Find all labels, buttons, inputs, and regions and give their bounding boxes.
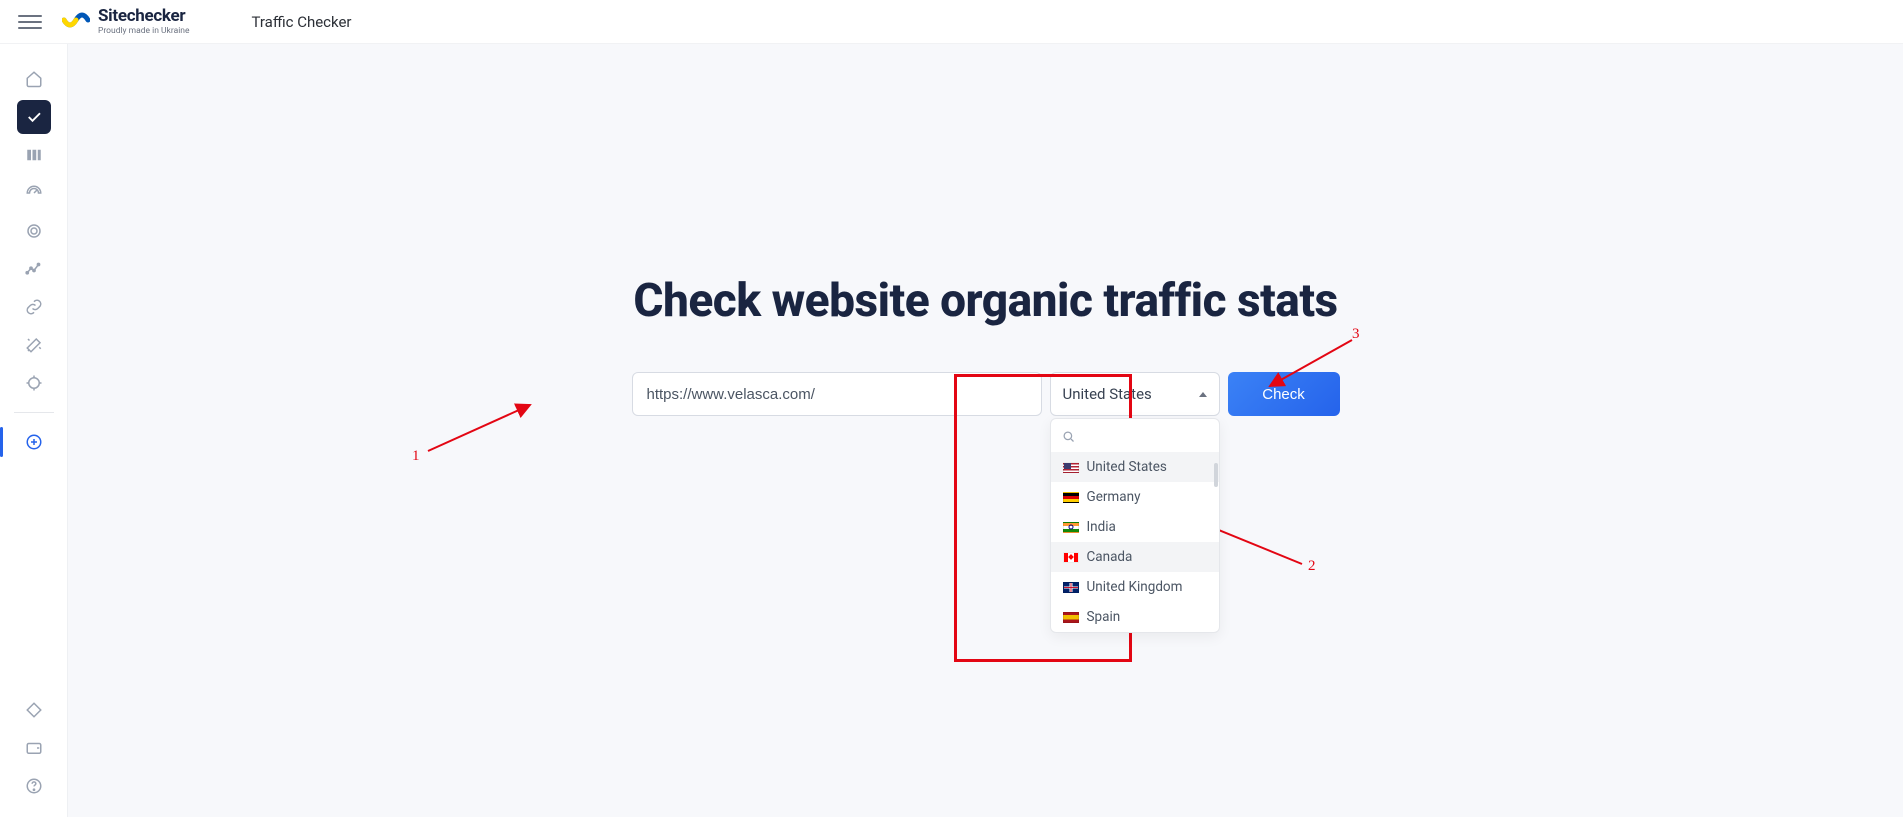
sidebar-item-link[interactable] xyxy=(17,290,51,324)
country-option-label: United Kingdom xyxy=(1087,579,1183,595)
country-dropdown: United States Germany India Canada xyxy=(1050,418,1220,633)
hero-title: Check website organic traffic stats xyxy=(633,274,1337,328)
sidebar-item-home[interactable] xyxy=(17,62,51,96)
target-icon xyxy=(25,222,43,240)
sidebar-item-trend[interactable] xyxy=(17,252,51,286)
check-form: United States United States xyxy=(632,372,1340,416)
country-selected-label: United States xyxy=(1063,385,1152,403)
columns-icon xyxy=(25,146,43,164)
menu-toggle-button[interactable] xyxy=(18,10,42,34)
logo-mark-icon xyxy=(62,12,90,32)
country-option-label: India xyxy=(1087,519,1116,535)
sidebar-item-diamond[interactable] xyxy=(17,693,51,727)
plus-circle-icon xyxy=(25,433,43,451)
trend-icon xyxy=(25,260,43,278)
search-icon xyxy=(1061,429,1076,444)
flag-de-icon xyxy=(1063,492,1079,503)
flag-es-icon xyxy=(1063,612,1079,623)
country-option[interactable]: United States xyxy=(1051,452,1219,482)
country-option[interactable]: India xyxy=(1051,512,1219,542)
sidebar-separator xyxy=(14,412,54,413)
flag-ca-icon xyxy=(1063,552,1079,563)
annotation-arrow-1 xyxy=(422,399,542,463)
flag-gb-icon xyxy=(1063,582,1079,593)
flag-us-icon xyxy=(1063,462,1079,473)
sidebar-item-locate[interactable] xyxy=(17,366,51,400)
help-icon xyxy=(25,777,43,795)
sidebar-add-button[interactable] xyxy=(17,425,51,459)
country-option-label: Canada xyxy=(1087,549,1133,565)
check-button[interactable]: Check xyxy=(1228,372,1340,416)
sidebar-item-checker[interactable] xyxy=(17,100,51,134)
country-search[interactable] xyxy=(1051,425,1219,452)
link-icon xyxy=(25,298,43,316)
country-option-label: United States xyxy=(1087,459,1167,475)
sidebar-item-target[interactable] xyxy=(17,214,51,248)
dropdown-scrollbar[interactable] xyxy=(1214,463,1218,487)
page-title: Traffic Checker xyxy=(251,13,351,31)
sidebar-item-help[interactable] xyxy=(17,769,51,803)
country-option-label: Germany xyxy=(1087,489,1141,505)
wallet-icon xyxy=(25,739,43,757)
annotation-label-1: 1 xyxy=(412,448,420,465)
country-option[interactable]: Germany xyxy=(1051,482,1219,512)
country-select[interactable]: United States xyxy=(1050,372,1220,416)
main-content: Check website organic traffic stats Unit… xyxy=(68,44,1903,817)
sidebar-item-wallet[interactable] xyxy=(17,731,51,765)
country-option[interactable]: Spain xyxy=(1051,602,1219,632)
gauge-icon xyxy=(25,184,43,202)
brand-tagline: Proudly made in Ukraine xyxy=(98,27,189,36)
caret-up-icon xyxy=(1199,392,1207,397)
sidebar-item-wand[interactable] xyxy=(17,328,51,362)
country-option[interactable]: Canada xyxy=(1051,542,1219,572)
country-option-label: Spain xyxy=(1087,609,1121,625)
sidebar-item-speed[interactable] xyxy=(17,176,51,210)
top-bar: Sitechecker Proudly made in Ukraine Traf… xyxy=(0,0,1903,44)
crosshair-icon xyxy=(25,374,43,392)
home-icon xyxy=(25,70,43,88)
flag-in-icon xyxy=(1063,522,1079,533)
annotation-label-3: 3 xyxy=(1352,326,1360,343)
diamond-icon xyxy=(25,701,43,719)
country-option-list: United States Germany India Canada xyxy=(1051,452,1219,632)
check-badge-icon xyxy=(25,108,43,126)
country-option[interactable]: United Kingdom xyxy=(1051,572,1219,602)
brand-name: Sitechecker xyxy=(98,8,189,25)
sidebar xyxy=(0,44,68,817)
url-input[interactable] xyxy=(632,372,1042,416)
brand-logo[interactable]: Sitechecker Proudly made in Ukraine xyxy=(62,8,189,36)
wand-icon xyxy=(25,336,43,354)
annotation-label-2: 2 xyxy=(1308,558,1316,575)
sidebar-item-columns[interactable] xyxy=(17,138,51,172)
